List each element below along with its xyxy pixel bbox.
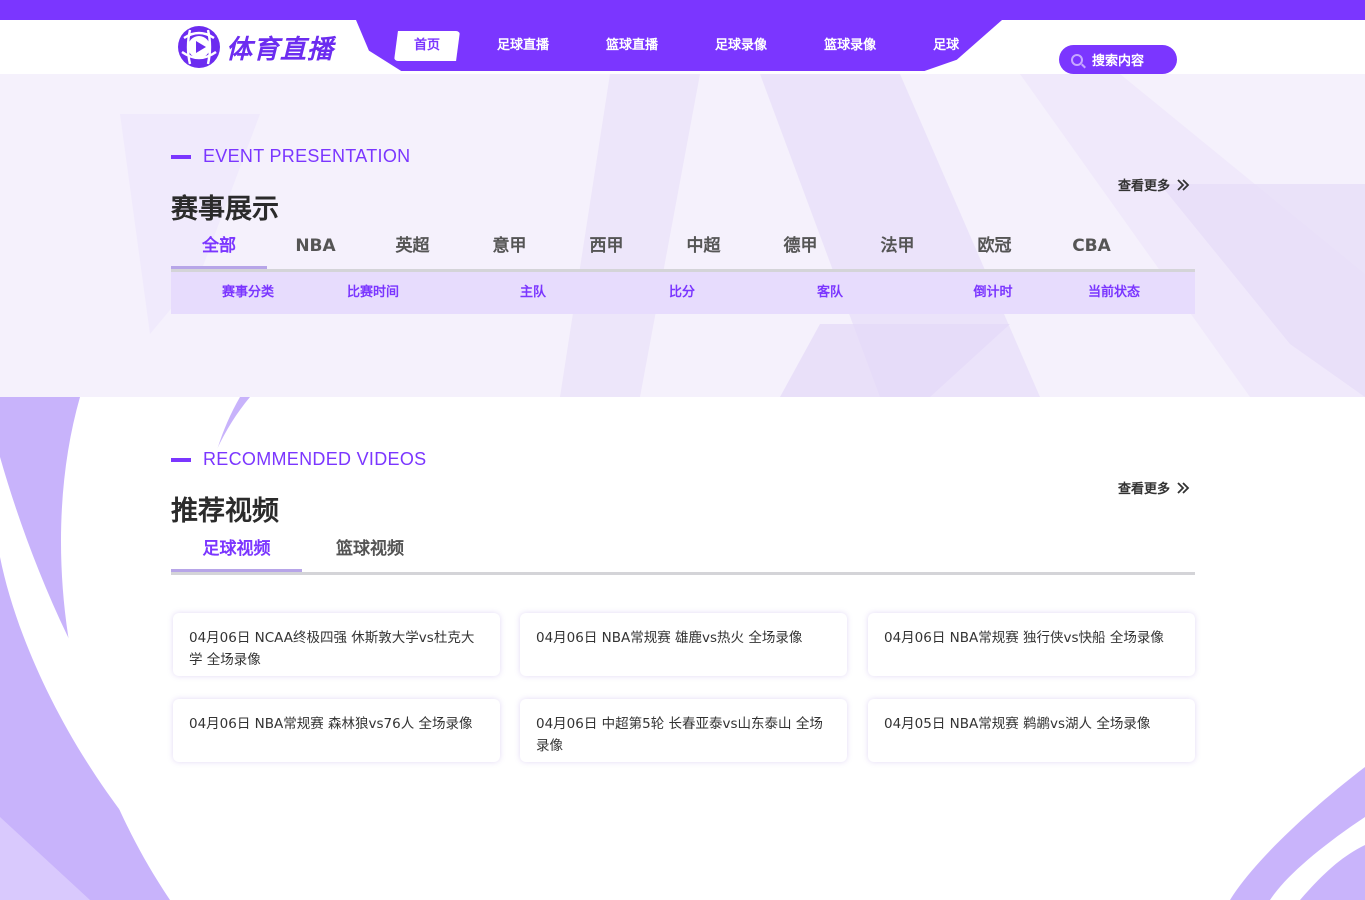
- videos-title: 推荐视频: [171, 496, 279, 527]
- nav-item-basketball-live[interactable]: 篮球直播: [606, 31, 658, 61]
- video-card[interactable]: 04月06日 NBA常规赛 森林狼vs76人 全场录像: [173, 699, 500, 762]
- tab-all[interactable]: 全部: [171, 231, 267, 269]
- video-card[interactable]: 04月06日 NCAA终极四强 休斯敦大学vs杜克大学 全场录像: [173, 613, 500, 676]
- tab-nba[interactable]: NBA: [267, 231, 364, 269]
- nav-item-home[interactable]: 首页: [394, 31, 461, 61]
- column-header: 当前状态: [1087, 285, 1141, 300]
- tab-csl[interactable]: 中超: [655, 231, 752, 269]
- tab-football-videos[interactable]: 足球视频: [171, 534, 302, 572]
- main-nav: 首页 足球直播 篮球直播 足球录像 篮球录像 足球: [394, 31, 972, 61]
- double-chevron-right-icon: [1177, 178, 1190, 191]
- events-more-link[interactable]: 查看更多: [1118, 175, 1190, 194]
- search-button[interactable]: 搜索内容: [1059, 45, 1177, 74]
- double-chevron-right-icon: [1177, 481, 1190, 494]
- search-label: 搜索内容: [1092, 54, 1145, 69]
- video-card[interactable]: 04月06日 NBA常规赛 雄鹿vs热火 全场录像: [520, 613, 847, 676]
- column-header: 倒计时: [973, 285, 1013, 300]
- nav-item-more[interactable]: 足球: [933, 31, 959, 61]
- tab-serie-a[interactable]: 意甲: [461, 231, 558, 269]
- videos-more-label: 查看更多: [1118, 482, 1171, 497]
- events-more-label: 查看更多: [1118, 179, 1171, 194]
- video-card[interactable]: 04月06日 中超第5轮 长春亚泰vs山东泰山 全场录像: [520, 699, 847, 762]
- column-header: 比分: [668, 285, 696, 300]
- videos-title-en: RECOMMENDED VIDEOS: [171, 449, 426, 470]
- events-table-header: 赛事分类 比赛时间 主队 比分 客队 倒计时 当前状态: [171, 272, 1195, 314]
- tab-basketball-videos[interactable]: 篮球视频: [302, 534, 438, 572]
- events-title-en-text: EVENT PRESENTATION: [203, 146, 411, 166]
- events-section: EVENT PRESENTATION 赛事展示 查看更多 全部 NBA 英超 意…: [0, 74, 1365, 397]
- videos-title-en-text: RECOMMENDED VIDEOS: [203, 449, 427, 469]
- video-card[interactable]: 04月06日 NBA常规赛 独行侠vs快船 全场录像: [868, 613, 1195, 676]
- play-ball-icon: [178, 26, 220, 68]
- column-header: 主队: [519, 285, 547, 300]
- column-header: 比赛时间: [346, 285, 400, 300]
- site-header: 体育直播 首页 足球直播 篮球直播 足球录像 篮球录像 足球 搜索内容: [0, 20, 1365, 74]
- top-accent-strip: [0, 0, 1365, 20]
- tab-ucl[interactable]: 欧冠: [946, 231, 1043, 269]
- videos-section: RECOMMENDED VIDEOS 推荐视频 查看更多 足球视频 篮球视频 0…: [0, 397, 1365, 900]
- video-card[interactable]: 04月05日 NBA常规赛 鹈鹕vs湖人 全场录像: [868, 699, 1195, 762]
- tab-cba[interactable]: CBA: [1043, 231, 1140, 269]
- column-header: 客队: [816, 285, 844, 300]
- events-tabs: 全部 NBA 英超 意甲 西甲 中超 德甲 法甲 欧冠 CBA: [171, 231, 1195, 272]
- nav-item-football-replay[interactable]: 足球录像: [715, 31, 767, 61]
- tab-bundesliga[interactable]: 德甲: [752, 231, 849, 269]
- column-header: 赛事分类: [221, 285, 275, 300]
- title-bar: [171, 457, 191, 462]
- events-title: 赛事展示: [171, 194, 279, 225]
- videos-more-link[interactable]: 查看更多: [1118, 478, 1190, 497]
- events-title-en: EVENT PRESENTATION: [171, 146, 410, 167]
- site-logo[interactable]: 体育直播: [176, 23, 334, 71]
- videos-tabs: 足球视频 篮球视频: [171, 534, 1195, 575]
- nav-item-football-live[interactable]: 足球直播: [497, 31, 549, 61]
- tab-epl[interactable]: 英超: [364, 231, 461, 269]
- tab-la-liga[interactable]: 西甲: [558, 231, 655, 269]
- logo-text: 体育直播: [226, 34, 335, 65]
- tab-ligue-1[interactable]: 法甲: [849, 231, 946, 269]
- nav-item-basketball-replay[interactable]: 篮球录像: [824, 31, 876, 61]
- search-icon: [1071, 53, 1083, 66]
- title-bar: [171, 154, 191, 159]
